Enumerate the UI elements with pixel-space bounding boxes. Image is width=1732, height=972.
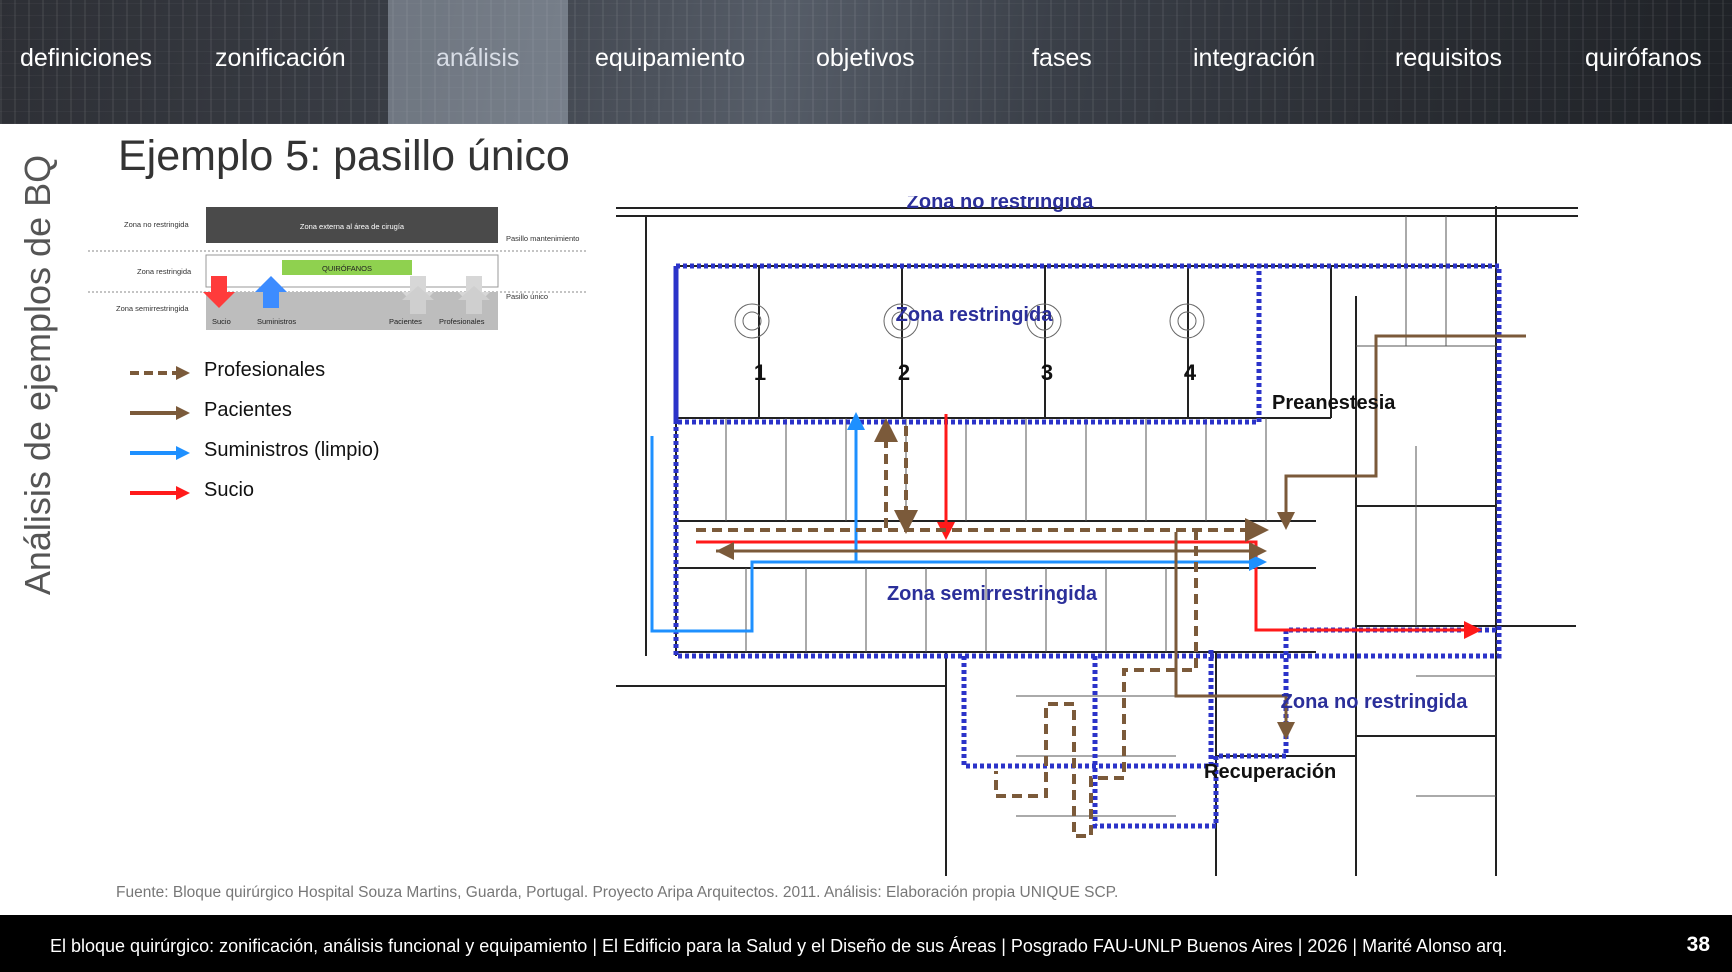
nav-item-fases[interactable]: fases [1032,44,1092,73]
scheme-label-zone-restricted: Zona restringida [137,267,192,276]
scheme-flow-professionals: Profesionales [439,317,485,326]
scheme-label-maintenance: Pasillo mantenimiento [506,234,579,243]
legend-label: Sucio [204,479,255,501]
legend-label: Profesionales [204,359,326,381]
zoning-scheme-diagram: Zona no restringida Zona restringida Zon… [88,207,588,330]
footer-bar: El bloque quirúrgico: zonificación, anál… [0,915,1732,972]
legend-dashed-brown-arrow-icon [130,366,190,380]
side-section-title-text: Análisis de ejemplos de BQ [17,154,58,596]
nav-item-requisitos[interactable]: requisitos [1395,44,1502,73]
scheme-external-box-label: Zona externa al área de cirugía [300,222,405,231]
or-number-4: 4 [1184,360,1197,385]
legend-solid-brown-arrow-icon [130,406,190,420]
page-number: 38 [1686,933,1710,956]
plan-zone-top-label: Zona no restringida [907,196,1095,213]
top-navigation-bar: definiciones zonificación análisis equip… [0,0,1732,124]
floor-plan-drawing: Zona no restringida Zona restringida Zon… [616,196,1578,876]
source-caption: Fuente: Bloque quirúrgico Hospital Souza… [116,884,1119,901]
plan-preanestesia-label: Preanestesia [1272,392,1396,414]
nav-item-quirofanos[interactable]: quirófanos [1585,44,1702,73]
scheme-or-box-label: QUIRÓFANOS [322,264,372,273]
or-number-3: 3 [1041,360,1053,385]
or-number-2: 2 [898,360,910,385]
nav-item-equipamiento[interactable]: equipamiento [595,44,745,73]
scheme-flow-patients: Pacientes [389,317,422,326]
nav-item-integracion[interactable]: integración [1193,44,1315,73]
page-title: Ejemplo 5: pasillo único [118,132,570,180]
nav-item-objetivos[interactable]: objetivos [816,44,915,73]
nav-item-zonificacion[interactable]: zonificación [215,44,346,73]
plan-recuperacion-label: Recuperación [1204,761,1336,783]
legend-red-arrow-icon [130,486,190,500]
scheme-label-zone-semirestricted: Zona semirrestringida [116,304,189,313]
footer-text: El bloque quirúrgico: zonificación, anál… [50,936,1508,956]
or-number-1: 1 [754,360,766,385]
legend-label: Suministros (limpio) [204,439,380,461]
scheme-label-single-corridor: Pasillo único [506,292,548,301]
nav-item-definiciones[interactable]: definiciones [20,44,152,73]
scheme-label-zone-unrestricted: Zona no restringida [124,220,189,229]
legend-label: Pacientes [204,399,292,421]
legend-blue-arrow-icon [130,446,190,460]
scheme-flow-supplies: Suministros [257,317,296,326]
plan-zone-semi-label: Zona semirrestringida [887,583,1098,605]
side-section-title: Análisis de ejemplos de BQ [17,140,58,610]
plan-zone-restricted-label: Zona restringida [896,304,1054,326]
nav-item-analisis[interactable]: análisis [436,44,519,73]
plan-zone-right-label: Zona no restringida [1281,691,1469,713]
scheme-flow-dirty: Sucio [212,317,231,326]
